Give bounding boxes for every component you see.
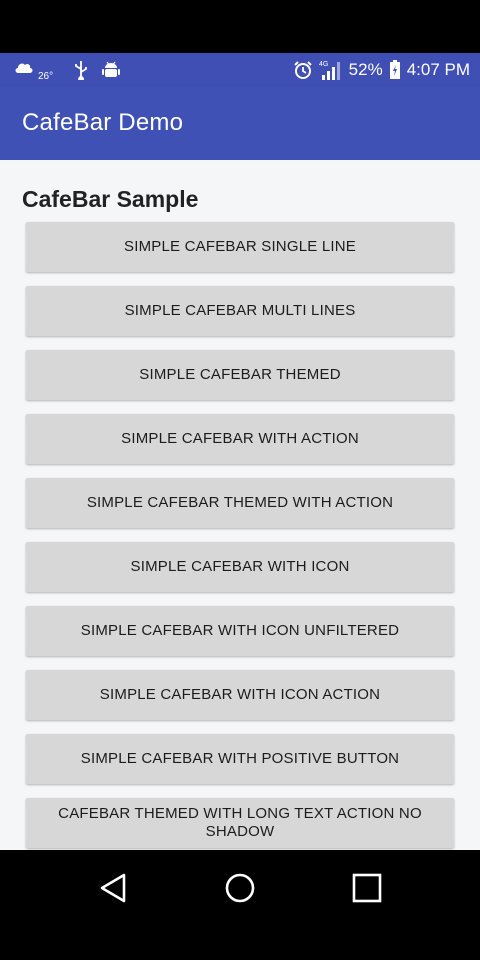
svg-text:4G: 4G <box>319 61 328 68</box>
navigation-bar <box>0 850 480 960</box>
status-right-icons: 4G 52% 4:07 PM <box>293 59 470 81</box>
simple-cafebar-themed-with-action-button[interactable]: SIMPLE CAFEBAR THEMED WITH ACTION <box>26 478 454 528</box>
recents-button[interactable] <box>337 860 397 916</box>
app-bar: CafeBar Demo <box>0 86 480 160</box>
cafebar-themed-long-text-action-no-shadow-button[interactable]: CAFEBAR THEMED WITH LONG TEXT ACTION NO … <box>26 798 454 848</box>
simple-cafebar-themed-button[interactable]: SIMPLE CAFEBAR THEMED <box>26 350 454 400</box>
simple-cafebar-with-positive-button-button[interactable]: SIMPLE CAFEBAR WITH POSITIVE BUTTON <box>26 734 454 784</box>
alarm-icon <box>293 60 313 80</box>
clock: 4:07 PM <box>406 59 470 79</box>
status-bar: 26° 4G 52% 4:07 PM <box>0 53 480 86</box>
simple-cafebar-with-action-button[interactable]: SIMPLE CAFEBAR WITH ACTION <box>26 414 454 464</box>
simple-cafebar-with-icon-action-button[interactable]: SIMPLE CAFEBAR WITH ICON ACTION <box>26 670 454 720</box>
simple-cafebar-with-icon-button[interactable]: SIMPLE CAFEBAR WITH ICON <box>26 542 454 592</box>
signal-icon: 4G <box>319 59 343 81</box>
simple-cafebar-multi-lines-button[interactable]: SIMPLE CAFEBAR MULTI LINES <box>26 286 454 336</box>
section-title: CafeBar Sample <box>22 186 199 212</box>
top-black-bar <box>0 0 480 53</box>
battery-percent: 52% <box>348 59 383 79</box>
back-button[interactable] <box>83 860 143 916</box>
main-content[interactable]: CafeBar Sample SIMPLE CAFEBAR SINGLE LIN… <box>0 160 480 850</box>
recents-icon <box>351 872 383 904</box>
battery-icon <box>389 59 401 80</box>
home-icon <box>224 872 256 904</box>
app-title: CafeBar Demo <box>22 109 184 136</box>
back-icon <box>98 872 128 904</box>
weather-icon <box>14 59 34 81</box>
button-list: SIMPLE CAFEBAR SINGLE LINE SIMPLE CAFEBA… <box>26 222 454 850</box>
simple-cafebar-with-icon-unfiltered-button[interactable]: SIMPLE CAFEBAR WITH ICON UNFILTERED <box>26 606 454 656</box>
home-button[interactable] <box>210 860 270 916</box>
simple-cafebar-single-line-button[interactable]: SIMPLE CAFEBAR SINGLE LINE <box>26 222 454 272</box>
status-left-icons: 26° <box>14 59 121 81</box>
usb-icon <box>73 60 89 80</box>
android-debug-icon <box>101 60 121 80</box>
temperature-label: 26° <box>38 70 54 82</box>
